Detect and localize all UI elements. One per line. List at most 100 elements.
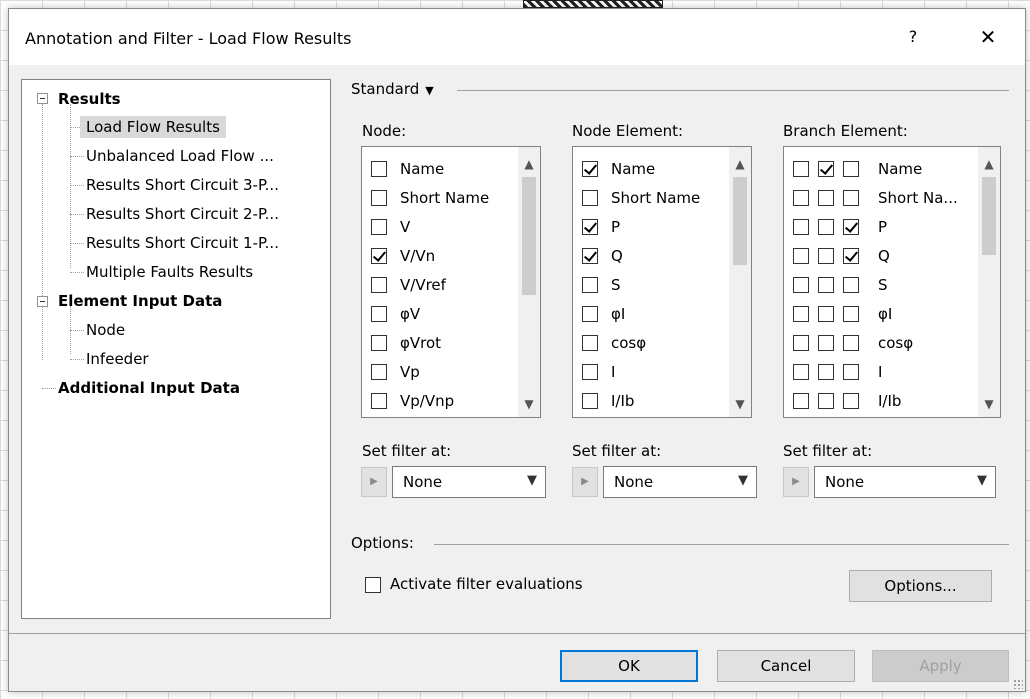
branch-checkbox-2[interactable] <box>818 306 834 322</box>
list-item[interactable]: cosφ <box>573 328 728 357</box>
node-attribute-list[interactable]: Name Short Name V V/Vn V/Vref φV φVrot V… <box>361 146 541 418</box>
tree-item-additional-input-data[interactable]: Additional Input Data <box>58 376 240 400</box>
node-filter-select[interactable]: None ▼ <box>392 466 546 498</box>
node-element-scrollbar[interactable]: ▲ ▼ <box>729 147 751 417</box>
tree-item-infeeder[interactable]: Infeeder <box>86 347 149 371</box>
node-element-attribute-list[interactable]: Name Short Name P Q S φI cosφ I I/Ib ▲ ▼ <box>572 146 752 418</box>
list-item[interactable]: Vp <box>362 357 517 386</box>
branch-checkbox-3[interactable] <box>843 393 859 409</box>
branch-checkbox-1[interactable] <box>793 219 809 235</box>
tree-item-unbalanced-load-flow[interactable]: Unbalanced Load Flow ... <box>86 144 274 168</box>
node-checkbox[interactable] <box>371 335 387 351</box>
branch-checkbox-2[interactable] <box>818 161 834 177</box>
node-element-checkbox[interactable] <box>582 248 598 264</box>
branch-checkbox-2[interactable] <box>818 364 834 380</box>
activate-filter-label[interactable]: Activate filter evaluations <box>390 575 583 593</box>
list-item[interactable]: V/Vn <box>362 241 517 270</box>
list-item[interactable]: Vp/Vnp <box>362 386 517 415</box>
scroll-thumb[interactable] <box>733 177 747 265</box>
node-checkbox[interactable] <box>371 161 387 177</box>
node-checkbox[interactable] <box>371 248 387 264</box>
tree-item-multiple-faults[interactable]: Multiple Faults Results <box>86 260 253 284</box>
scroll-down-icon[interactable]: ▼ <box>729 397 751 411</box>
list-item[interactable]: Short Na... <box>784 183 978 212</box>
tree-item-element-input-data[interactable]: Element Input Data <box>58 289 222 313</box>
node-checkbox[interactable] <box>371 306 387 322</box>
list-item[interactable]: I <box>573 357 728 386</box>
tree-item-short-circuit-3p[interactable]: Results Short Circuit 3-P... <box>86 173 279 197</box>
tree-item-results[interactable]: Results <box>58 87 121 111</box>
apply-button[interactable]: Apply <box>872 650 1009 682</box>
tree-item-short-circuit-2p[interactable]: Results Short Circuit 2-P... <box>86 202 279 226</box>
node-element-checkbox[interactable] <box>582 190 598 206</box>
list-item[interactable]: S <box>573 270 728 299</box>
node-element-checkbox[interactable] <box>582 335 598 351</box>
list-item[interactable]: φVrot <box>362 328 517 357</box>
list-item[interactable]: φI <box>784 299 978 328</box>
scroll-thumb[interactable] <box>522 177 536 295</box>
list-item[interactable]: I <box>784 357 978 386</box>
list-item[interactable]: Short Name <box>573 183 728 212</box>
scroll-up-icon[interactable]: ▲ <box>518 157 540 171</box>
list-item[interactable]: Short Name <box>362 183 517 212</box>
list-item[interactable]: V/Vref <box>362 270 517 299</box>
node-element-checkbox[interactable] <box>582 161 598 177</box>
list-item[interactable]: I/Ib <box>573 386 728 415</box>
scroll-thumb[interactable] <box>982 177 996 255</box>
branch-checkbox-3[interactable] <box>843 364 859 380</box>
node-element-checkbox[interactable] <box>582 364 598 380</box>
branch-checkbox-3[interactable] <box>843 219 859 235</box>
ok-button[interactable]: OK <box>560 650 698 682</box>
cancel-button[interactable]: Cancel <box>717 650 855 682</box>
branch-checkbox-1[interactable] <box>793 364 809 380</box>
list-item[interactable]: V <box>362 212 517 241</box>
list-item[interactable]: Q <box>573 241 728 270</box>
branch-checkbox-2[interactable] <box>818 393 834 409</box>
list-item[interactable]: φV <box>362 299 517 328</box>
node-element-filter-select[interactable]: None ▼ <box>603 466 757 498</box>
node-element-checkbox[interactable] <box>582 306 598 322</box>
branch-checkbox-1[interactable] <box>793 277 809 293</box>
scroll-down-icon[interactable]: ▼ <box>978 397 1000 411</box>
branch-element-attribute-list[interactable]: Name Short Na... P Q S φI cosφ I I/Ib ▲ … <box>783 146 1001 418</box>
scroll-up-icon[interactable]: ▲ <box>978 157 1000 171</box>
list-item[interactable]: φI <box>573 299 728 328</box>
branch-checkbox-1[interactable] <box>793 335 809 351</box>
resize-grip-icon[interactable] <box>1013 679 1023 689</box>
branch-checkbox-1[interactable] <box>793 161 809 177</box>
branch-element-filter-select[interactable]: None ▼ <box>814 466 996 498</box>
list-item[interactable]: Name <box>362 154 517 183</box>
branch-checkbox-1[interactable] <box>793 306 809 322</box>
collapse-icon[interactable] <box>37 93 48 104</box>
branch-checkbox-1[interactable] <box>793 190 809 206</box>
node-checkbox[interactable] <box>371 219 387 235</box>
branch-element-scrollbar[interactable]: ▲ ▼ <box>978 147 1000 417</box>
node-element-filter-arrow-icon[interactable]: ▶ <box>572 467 598 497</box>
collapse-icon[interactable] <box>37 296 48 307</box>
list-item[interactable]: Name <box>573 154 728 183</box>
options-button[interactable]: Options... <box>849 570 992 602</box>
list-item[interactable]: cosφ <box>784 328 978 357</box>
branch-element-filter-arrow-icon[interactable]: ▶ <box>783 467 809 497</box>
branch-checkbox-2[interactable] <box>818 219 834 235</box>
branch-checkbox-3[interactable] <box>843 190 859 206</box>
help-button[interactable]: ? <box>893 19 933 55</box>
tree-item-short-circuit-1p[interactable]: Results Short Circuit 1-P... <box>86 231 279 255</box>
list-item[interactable]: I/Ib <box>784 386 978 415</box>
node-filter-arrow-icon[interactable]: ▶ <box>361 467 387 497</box>
branch-checkbox-2[interactable] <box>818 335 834 351</box>
category-tree[interactable]: Results Load Flow Results Unbalanced Loa… <box>21 79 331 619</box>
list-item[interactable]: P <box>573 212 728 241</box>
branch-checkbox-1[interactable] <box>793 393 809 409</box>
list-item[interactable]: Q <box>784 241 978 270</box>
node-element-checkbox[interactable] <box>582 393 598 409</box>
branch-checkbox-2[interactable] <box>818 190 834 206</box>
branch-checkbox-1[interactable] <box>793 248 809 264</box>
node-scrollbar[interactable]: ▲ ▼ <box>518 147 540 417</box>
scroll-down-icon[interactable]: ▼ <box>518 397 540 411</box>
node-element-checkbox[interactable] <box>582 277 598 293</box>
list-item[interactable]: P <box>784 212 978 241</box>
branch-checkbox-3[interactable] <box>843 335 859 351</box>
list-item[interactable]: S <box>784 270 978 299</box>
branch-checkbox-2[interactable] <box>818 277 834 293</box>
